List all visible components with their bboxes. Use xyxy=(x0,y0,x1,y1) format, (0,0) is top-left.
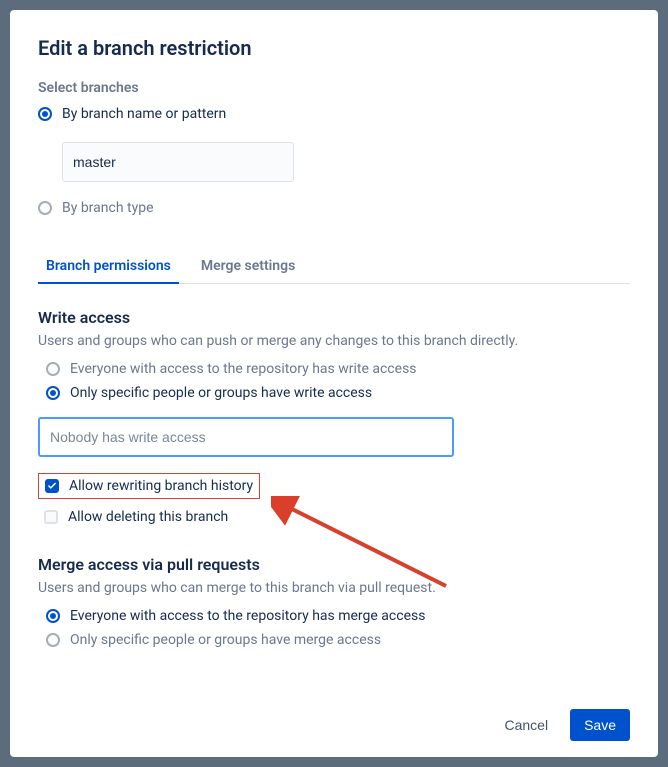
highlighted-checkbox-container: Allow rewriting branch history xyxy=(38,473,260,499)
radio-merge-specific-row[interactable]: Only specific people or groups have merg… xyxy=(46,632,630,648)
radio-merge-everyone-row[interactable]: Everyone with access to the repository h… xyxy=(46,608,630,624)
radio-merge-everyone-label: Everyone with access to the repository h… xyxy=(70,608,425,624)
checkbox-rewrite-label: Allow rewriting branch history xyxy=(69,478,253,494)
checkbox-checked-icon xyxy=(45,479,59,493)
dialog-title: Edit a branch restriction xyxy=(38,36,630,60)
edit-branch-restriction-dialog: Edit a branch restriction Select branche… xyxy=(10,10,658,757)
radio-checked-icon xyxy=(46,386,60,400)
write-access-people-input[interactable] xyxy=(38,417,454,457)
radio-unchecked-icon xyxy=(46,633,60,647)
tabs: Branch permissions Merge settings xyxy=(38,252,630,284)
checkbox-rewrite-row[interactable]: Allow rewriting branch history xyxy=(45,478,253,494)
checkbox-delete-label: Allow deleting this branch xyxy=(68,509,228,525)
checkbox-unchecked-icon xyxy=(44,510,58,524)
radio-unchecked-icon xyxy=(38,201,52,215)
radio-by-pattern-row[interactable]: By branch name or pattern xyxy=(38,106,630,122)
radio-by-pattern-label: By branch name or pattern xyxy=(62,106,226,122)
cancel-button[interactable]: Cancel xyxy=(494,709,558,741)
radio-checked-icon xyxy=(38,107,52,121)
tab-branch-permissions[interactable]: Branch permissions xyxy=(38,252,179,284)
merge-access-desc: Users and groups who can merge to this b… xyxy=(38,580,630,596)
write-access-desc: Users and groups who can push or merge a… xyxy=(38,333,630,349)
branch-name-input[interactable] xyxy=(62,142,294,182)
save-button[interactable]: Save xyxy=(570,709,630,741)
radio-write-everyone-row[interactable]: Everyone with access to the repository h… xyxy=(46,361,630,377)
radio-by-type-row[interactable]: By branch type xyxy=(38,200,630,216)
tab-merge-settings[interactable]: Merge settings xyxy=(193,252,303,284)
checkbox-delete-row[interactable]: Allow deleting this branch xyxy=(44,509,630,525)
radio-write-specific-row[interactable]: Only specific people or groups have writ… xyxy=(46,385,630,401)
write-access-title: Write access xyxy=(38,308,630,327)
radio-write-specific-label: Only specific people or groups have writ… xyxy=(70,385,372,401)
radio-checked-icon xyxy=(46,609,60,623)
dialog-footer: Cancel Save xyxy=(38,697,630,741)
radio-write-everyone-label: Everyone with access to the repository h… xyxy=(70,361,417,377)
radio-by-type-label: By branch type xyxy=(62,200,154,216)
select-branches-label: Select branches xyxy=(38,80,630,96)
radio-merge-specific-label: Only specific people or groups have merg… xyxy=(70,632,381,648)
radio-unchecked-icon xyxy=(46,362,60,376)
merge-access-title: Merge access via pull requests xyxy=(38,555,630,574)
